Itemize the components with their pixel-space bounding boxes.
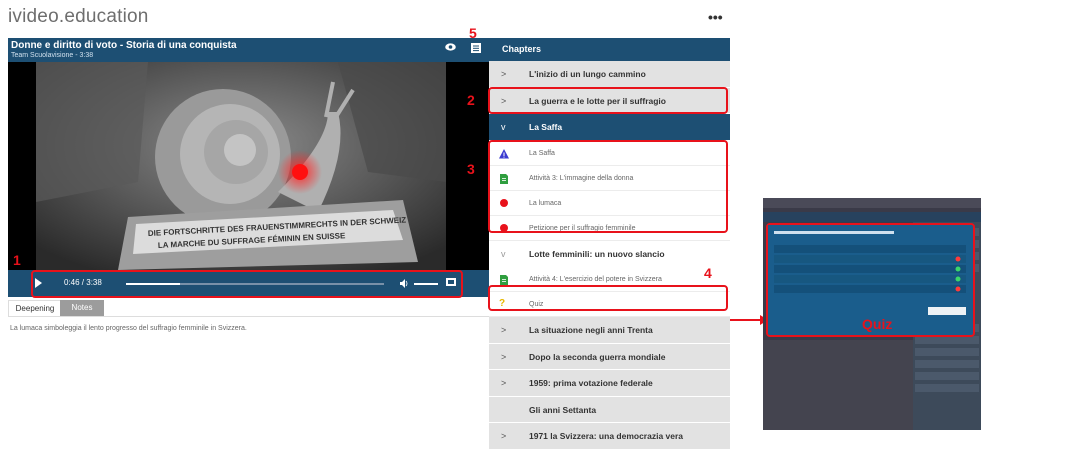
chapter-label: Lotte femminili: un nuovo slancio xyxy=(529,248,665,259)
eye-icon[interactable] xyxy=(445,43,456,51)
annotation-number-5: 5 xyxy=(469,25,477,41)
chapter-label: 1959: prima votazione federale xyxy=(529,378,653,388)
chapter-label: L'inizio di un lungo cammino xyxy=(529,69,646,79)
chapter-row[interactable]: > La situazione negli anni Trenta xyxy=(489,317,730,344)
quiz-preview-label: Quiz xyxy=(862,316,893,332)
chapters-list: > L'inizio di un lungo cammino > La guer… xyxy=(489,61,730,450)
chevron-right-icon: > xyxy=(501,431,507,441)
annotation-box-4 xyxy=(488,285,728,311)
chapter-label: Dopo la seconda guerra mondiale xyxy=(529,351,666,362)
tab-notes[interactable]: Notes xyxy=(60,300,104,316)
annotation-arrow xyxy=(730,319,764,321)
annotation-number-1: 1 xyxy=(13,252,21,268)
chapter-row[interactable]: > 1959: prima votazione federale xyxy=(489,370,730,397)
video-frame[interactable]: DIE FORTSCHRITTE DES FRAUENSTIMMRECHTS I… xyxy=(8,62,489,270)
chevron-down-icon: v xyxy=(501,248,506,259)
video-subtitle: Team Scuolavisione - 3:38 xyxy=(11,52,94,59)
more-menu-icon[interactable]: ••• xyxy=(708,9,723,25)
chapter-row-active[interactable]: v La Saffa xyxy=(489,114,730,141)
annotation-box-2 xyxy=(488,87,728,114)
chevron-right-icon: > xyxy=(501,378,507,388)
video-title: Donne e diritto di voto - Storia di una … xyxy=(11,40,237,51)
chapters-header: Chapters xyxy=(489,38,730,61)
video-still-image: DIE FORTSCHRITTE DES FRAUENSTIMMRECHTS I… xyxy=(8,62,489,270)
tab-deepening[interactable]: Deepening xyxy=(8,300,62,317)
tabs-divider xyxy=(8,316,489,317)
annotation-number-2: 2 xyxy=(467,92,475,108)
video-header: Donne e diritto di voto - Storia di una … xyxy=(8,38,489,62)
chevron-right-icon: > xyxy=(501,69,507,79)
chapter-row[interactable]: > 1971 la Svizzera: una democrazia vera xyxy=(489,423,730,450)
hotspot-marker[interactable] xyxy=(292,164,308,180)
chapter-row[interactable]: > Dopo la seconda guerra mondiale xyxy=(489,343,730,370)
annotation-box-1 xyxy=(31,270,463,298)
deepening-text: La lumaca simboleggia il lento progresso… xyxy=(10,325,247,332)
chapter-row[interactable]: Gli anni Settanta xyxy=(489,396,730,423)
annotation-number-4: 4 xyxy=(704,265,712,281)
chapter-label: 1971 la Svizzera: una democrazia vera xyxy=(529,431,684,441)
chevron-right-icon: > xyxy=(501,325,507,335)
chapter-label: La Saffa xyxy=(529,122,563,132)
chapter-label: La situazione negli anni Trenta xyxy=(529,325,653,335)
document-icon xyxy=(500,275,508,285)
chapter-row[interactable]: > L'inizio di un lungo cammino xyxy=(489,61,730,88)
annotation-number-3: 3 xyxy=(467,161,475,177)
app-logo[interactable]: ivideo.education xyxy=(8,6,149,28)
chevron-right-icon: > xyxy=(501,351,507,362)
chapter-row[interactable]: v Lotte femminili: un nuovo slancio xyxy=(489,240,730,267)
annotation-box-3 xyxy=(488,140,728,233)
chevron-down-icon: v xyxy=(501,122,506,132)
chapter-label: Gli anni Settanta xyxy=(529,404,597,415)
table-of-contents-icon[interactable] xyxy=(471,43,481,53)
